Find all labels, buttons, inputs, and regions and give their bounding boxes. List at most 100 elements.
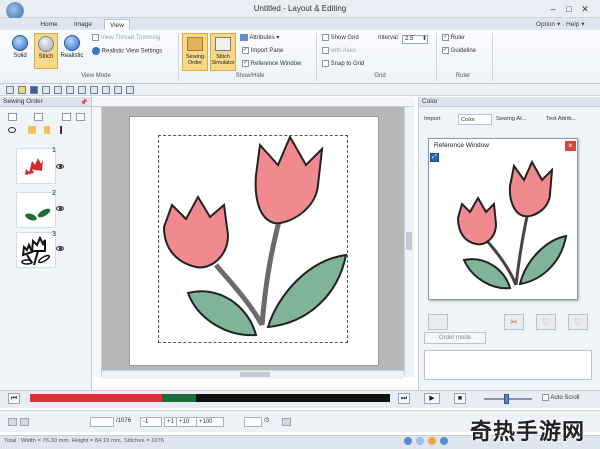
next-color-icon[interactable] [282, 418, 291, 426]
zoom-100-icon[interactable] [416, 437, 424, 445]
autoscroll-checkbox[interactable] [542, 394, 549, 401]
undo-icon[interactable] [42, 86, 50, 94]
snap-to-grid-option[interactable]: Snap to Grid [322, 60, 364, 69]
guideline-option[interactable]: ✓ Guideline [442, 47, 476, 56]
view-thread-trimming-option[interactable]: View Thread Trimming [92, 34, 160, 43]
red-thread-segment [30, 394, 162, 402]
minus-1-button[interactable]: -1 [140, 417, 162, 427]
stitch-number-input[interactable] [90, 417, 114, 427]
help-menu[interactable]: Help [566, 21, 579, 28]
with-axes-checkbox[interactable] [322, 47, 329, 54]
sewing-order-item-3[interactable] [16, 232, 56, 268]
visibility-eye-icon[interactable] [56, 164, 64, 169]
lock-icon[interactable] [28, 126, 36, 134]
interval-spinner[interactable]: ⬍ [422, 35, 427, 42]
snap-to-grid-checkbox[interactable] [322, 60, 329, 67]
color-heart-outline-button[interactable]: ♡ [568, 314, 588, 330]
color-number-input[interactable] [244, 417, 262, 427]
show-grid-option[interactable]: Show Grid [322, 34, 359, 43]
ruler-checkbox[interactable]: ✓ [442, 34, 449, 41]
stop-button[interactable]: ■ [454, 393, 466, 404]
autoscroll-option[interactable]: Auto Scroll [542, 394, 579, 401]
reference-window-option[interactable]: ✓ Reference Window [242, 60, 301, 69]
sewing-order-toggle[interactable]: Sewing Order [182, 33, 208, 71]
sort-tool-icon[interactable] [8, 113, 17, 121]
attributes-label: Attributes [249, 35, 275, 42]
color-total: /3 [264, 418, 270, 424]
horizontal-ruler [92, 97, 414, 107]
tab-color[interactable]: Color [458, 114, 492, 125]
vertical-ruler [92, 107, 102, 377]
tab-image[interactable]: Image [68, 19, 98, 30]
thread-chart-button[interactable]: ✂ [504, 314, 524, 330]
save-icon[interactable] [30, 86, 38, 94]
guideline-checkbox[interactable]: ✓ [442, 47, 449, 54]
with-axes-option[interactable]: with Axes [322, 47, 356, 56]
first-stitch-icon[interactable] [8, 418, 17, 426]
new-file-icon[interactable] [6, 86, 14, 94]
color-tool-icon[interactable] [34, 113, 43, 121]
color-list[interactable] [424, 350, 592, 380]
settings-icon[interactable] [126, 86, 134, 94]
card-icon[interactable] [102, 86, 110, 94]
tab-sewing-attributes[interactable]: Sewing At... [494, 114, 542, 125]
reference-window-checkbox[interactable]: ✓ [242, 60, 249, 67]
visibility-eye-icon[interactable] [56, 206, 64, 211]
reference-window-close-button[interactable]: × [565, 141, 576, 151]
rewind-button[interactable]: ⏮ [8, 393, 20, 404]
speed-slider-knob[interactable] [504, 394, 509, 404]
eye-toggle-all-icon[interactable] [8, 127, 16, 133]
flag-tool-icon[interactable] [62, 113, 71, 121]
prev-stitch-icon[interactable] [20, 418, 29, 426]
forward-end-button[interactable]: ⏭ [398, 393, 410, 404]
view-thread-trimming-checkbox[interactable] [92, 34, 99, 41]
minimize-button[interactable]: – [546, 3, 560, 15]
import-pane-checkbox[interactable]: ✓ [242, 47, 249, 54]
color-heart-button[interactable]: ♡ [536, 314, 556, 330]
open-file-icon[interactable] [18, 86, 26, 94]
import-pane-option[interactable]: ✓ Import Pane [242, 47, 283, 56]
order-mode-button[interactable]: Order mode [424, 332, 486, 344]
stitch-view-button[interactable]: Stitch [34, 33, 58, 69]
ruler-group-label: Ruler [455, 73, 471, 79]
image-icon[interactable] [90, 86, 98, 94]
ribbon-separator [178, 33, 179, 81]
frame-tool-icon[interactable] [76, 113, 85, 121]
attributes-dropdown[interactable]: Attributes ▾ [240, 34, 279, 43]
solid-view-button[interactable]: Solid [8, 33, 32, 69]
tab-import[interactable]: Import [422, 114, 456, 125]
close-button[interactable]: ✕ [578, 3, 592, 15]
reference-window-fit-icon[interactable]: ⤢ [430, 153, 439, 162]
stitch-simulator-toggle[interactable]: Stitch Simulator [210, 33, 236, 71]
realistic-view-button[interactable]: Realistic [60, 33, 84, 69]
cursor-icon[interactable] [60, 126, 66, 134]
realistic-view-settings-option[interactable]: Realistic View Settings [92, 47, 162, 57]
option-menu[interactable]: Option [536, 21, 555, 28]
sewing-order-item-1[interactable] [16, 148, 56, 184]
zoom-fit-icon[interactable] [404, 437, 412, 445]
marker-icon[interactable] [44, 126, 50, 134]
zoom-200-icon[interactable] [428, 437, 436, 445]
panel-pin-icon[interactable]: 📌 [80, 99, 87, 106]
tab-home[interactable]: Home [34, 19, 64, 30]
ruler-option[interactable]: ✓ Ruler [442, 34, 465, 43]
tab-view[interactable]: View [104, 19, 130, 30]
visibility-eye-icon[interactable] [56, 246, 64, 251]
show-grid-checkbox[interactable] [322, 34, 329, 41]
color-swap-button[interactable] [428, 314, 448, 330]
tab-text-attributes[interactable]: Text Attrib... [544, 114, 598, 125]
interval-label: Interval: [378, 35, 400, 41]
plus-100-button[interactable]: +100 [196, 417, 224, 427]
horizontal-scroll-thumb[interactable] [240, 372, 270, 377]
tulip-embroidery-design[interactable] [158, 135, 348, 343]
sewing-order-item-2[interactable] [16, 192, 56, 228]
properties-icon[interactable] [114, 86, 122, 94]
redo-icon[interactable] [54, 86, 62, 94]
play-button[interactable]: ▶ [424, 393, 440, 404]
print-icon[interactable] [78, 86, 86, 94]
transfer-icon[interactable] [66, 86, 74, 94]
vertical-scroll-thumb[interactable] [406, 232, 412, 250]
show-hide-group-label: Show/Hide [235, 73, 265, 79]
zoom-in-icon[interactable] [440, 437, 448, 445]
maximize-button[interactable]: □ [562, 3, 576, 15]
